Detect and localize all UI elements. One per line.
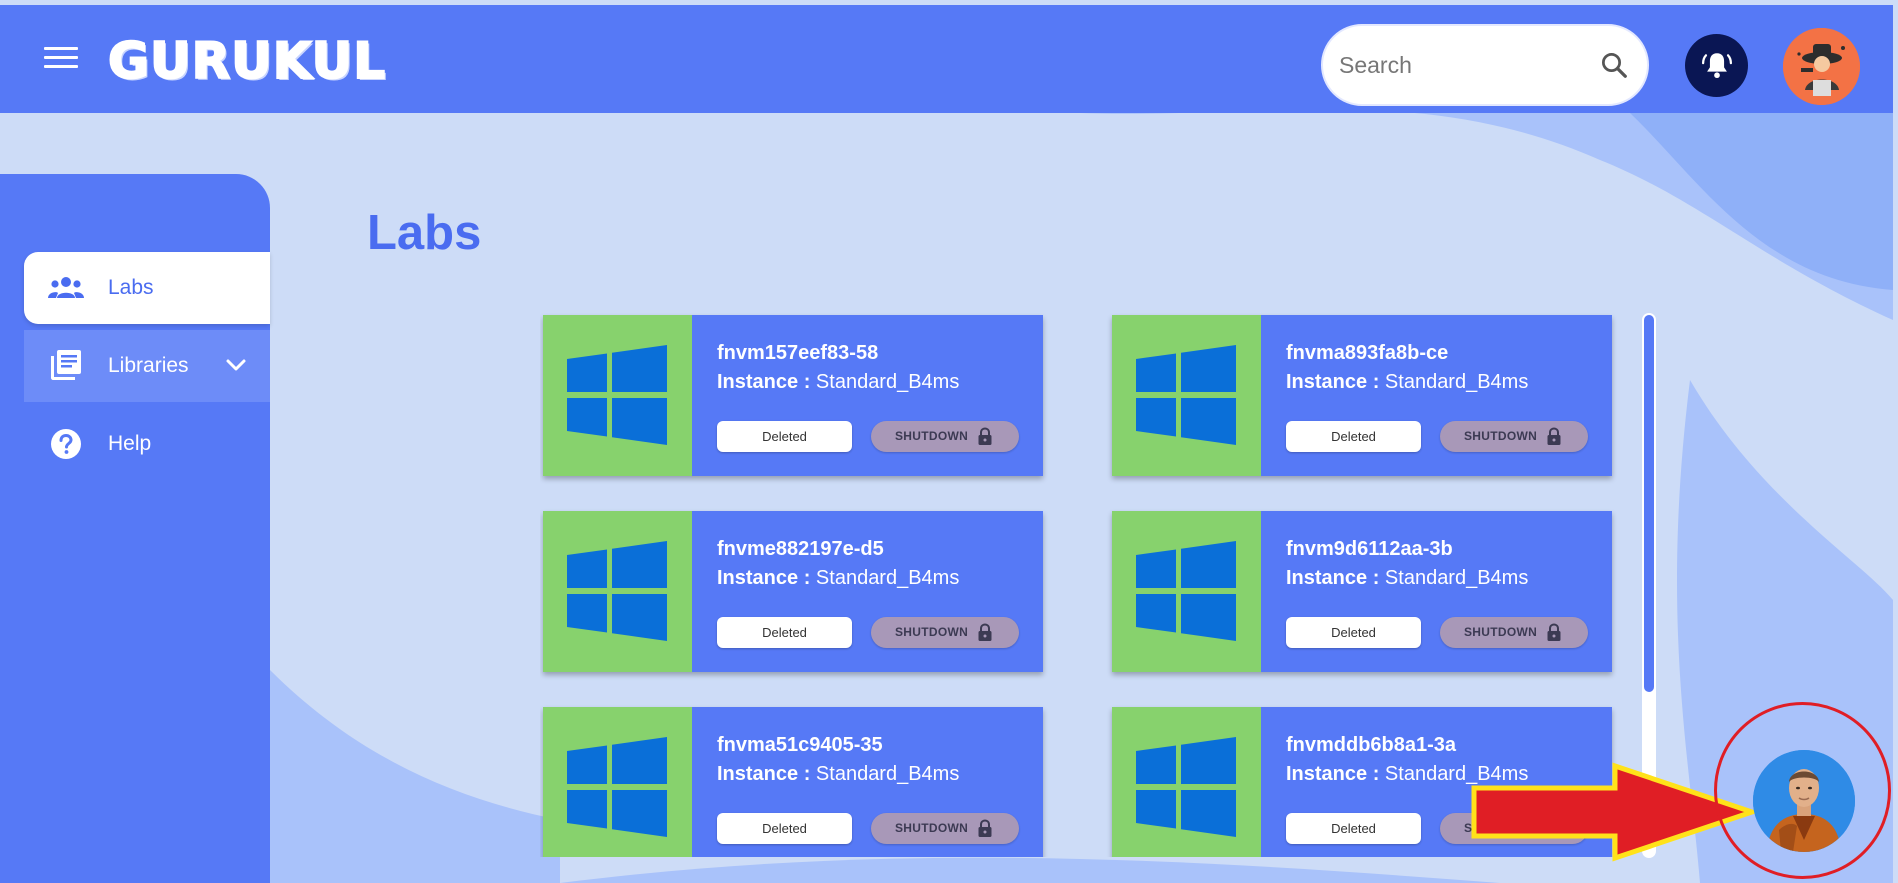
search-icon[interactable] bbox=[1599, 50, 1629, 80]
sidebar-item-labs[interactable]: Labs bbox=[24, 252, 270, 324]
lab-thumbnail bbox=[543, 511, 692, 672]
notifications-button[interactable] bbox=[1685, 34, 1748, 97]
search-input[interactable] bbox=[1339, 26, 1589, 104]
lab-name: fnvma893fa8b-ce bbox=[1286, 342, 1449, 364]
hamburger-menu-icon bbox=[44, 47, 78, 50]
sidebar-item-libraries[interactable]: Libraries bbox=[24, 330, 270, 402]
assistant-avatar[interactable] bbox=[1753, 750, 1855, 852]
scrollbar-thumb[interactable] bbox=[1644, 315, 1654, 692]
lab-thumbnail bbox=[1112, 511, 1261, 672]
help-icon bbox=[51, 429, 81, 459]
shutdown-button[interactable]: SHUTDOWN bbox=[871, 421, 1019, 452]
instance-info: Instance : Standard_B4ms bbox=[1286, 371, 1529, 393]
sidebar-item-label: Labs bbox=[108, 276, 154, 299]
library-books-icon bbox=[51, 350, 81, 380]
sidebar-item-label: Libraries bbox=[108, 354, 189, 377]
bell-ring-icon bbox=[1701, 53, 1733, 79]
lab-thumbnail bbox=[543, 315, 692, 476]
shutdown-button[interactable]: SHUTDOWN bbox=[1440, 421, 1588, 452]
shutdown-label: SHUTDOWN bbox=[895, 821, 969, 835]
status-badge: Deleted bbox=[1286, 617, 1421, 648]
lab-card[interactable]: fnvm9d6112aa-3b Instance : Standard_B4ms… bbox=[1112, 511, 1612, 672]
app-screen: GURUKUL Search Labs Libraries Help Labs … bbox=[0, 0, 1898, 883]
page-title: Labs bbox=[367, 206, 482, 260]
lab-thumbnail bbox=[1112, 315, 1261, 476]
shutdown-label: SHUTDOWN bbox=[1464, 429, 1538, 443]
lab-name: fnvmddb6b8a1-3a bbox=[1286, 734, 1457, 756]
lock-icon bbox=[1547, 427, 1561, 445]
status-badge: Deleted bbox=[717, 813, 852, 844]
lab-name: fnvma51c9405-35 bbox=[717, 734, 883, 756]
lab-name: fnvm9d6112aa-3b bbox=[1286, 538, 1453, 560]
windows-logo-icon bbox=[1136, 345, 1236, 445]
avatar-illustration bbox=[1783, 28, 1860, 105]
status-badge: Deleted bbox=[717, 421, 852, 452]
shutdown-button[interactable]: SHUTDOWN bbox=[871, 617, 1019, 648]
lab-card[interactable]: fnvma893fa8b-ce Instance : Standard_B4ms… bbox=[1112, 315, 1612, 476]
lab-card[interactable]: fnvma51c9405-35 Instance : Standard_B4ms… bbox=[543, 707, 1043, 857]
sidebar-item-label: Help bbox=[108, 432, 152, 455]
instance-info: Instance : Standard_B4ms bbox=[1286, 567, 1529, 589]
people-icon bbox=[48, 277, 84, 298]
lab-thumbnail bbox=[1112, 707, 1261, 857]
shutdown-label: SHUTDOWN bbox=[1464, 625, 1538, 639]
windows-logo-icon bbox=[567, 541, 667, 641]
lab-card[interactable]: fnvme882197e-d5 Instance : Standard_B4ms… bbox=[543, 511, 1043, 672]
lock-icon bbox=[1547, 623, 1561, 641]
shutdown-button[interactable]: SHUTDOWN bbox=[1440, 617, 1588, 648]
top-app-bar: GURUKUL bbox=[0, 5, 1893, 113]
app-logo[interactable]: GURUKUL bbox=[107, 32, 386, 90]
shutdown-button[interactable]: SHUTDOWN bbox=[871, 813, 1019, 844]
instance-info: Instance : Standard_B4ms bbox=[717, 763, 960, 785]
menu-button[interactable] bbox=[44, 47, 78, 73]
shutdown-label: SHUTDOWN bbox=[895, 625, 969, 639]
instance-info: Instance : Standard_B4ms bbox=[717, 371, 960, 393]
windows-logo-icon bbox=[567, 345, 667, 445]
search-box[interactable] bbox=[1321, 24, 1649, 106]
lock-icon bbox=[978, 623, 992, 641]
instance-info: Instance : Standard_B4ms bbox=[717, 567, 960, 589]
lock-icon bbox=[978, 427, 992, 445]
windows-logo-icon bbox=[1136, 737, 1236, 837]
lock-icon bbox=[978, 819, 992, 837]
status-badge: Deleted bbox=[1286, 421, 1421, 452]
lab-card[interactable]: fnvm157eef83-58 Instance : Standard_B4ms… bbox=[543, 315, 1043, 476]
assistant-illustration bbox=[1753, 750, 1855, 852]
windows-logo-icon bbox=[567, 737, 667, 837]
lab-thumbnail bbox=[543, 707, 692, 857]
labs-grid: fnvm157eef83-58 Instance : Standard_B4ms… bbox=[540, 313, 1620, 857]
user-avatar[interactable] bbox=[1783, 28, 1860, 105]
shutdown-label: SHUTDOWN bbox=[895, 429, 969, 443]
status-badge: Deleted bbox=[717, 617, 852, 648]
lab-name: fnvme882197e-d5 bbox=[717, 538, 884, 560]
sidebar: Labs Libraries Help bbox=[0, 174, 270, 883]
sidebar-item-help[interactable]: Help bbox=[24, 408, 270, 480]
status-badge: Deleted bbox=[1286, 813, 1421, 844]
lab-name: fnvm157eef83-58 bbox=[717, 342, 879, 364]
chevron-down-icon[interactable] bbox=[224, 356, 248, 376]
windows-logo-icon bbox=[1136, 541, 1236, 641]
